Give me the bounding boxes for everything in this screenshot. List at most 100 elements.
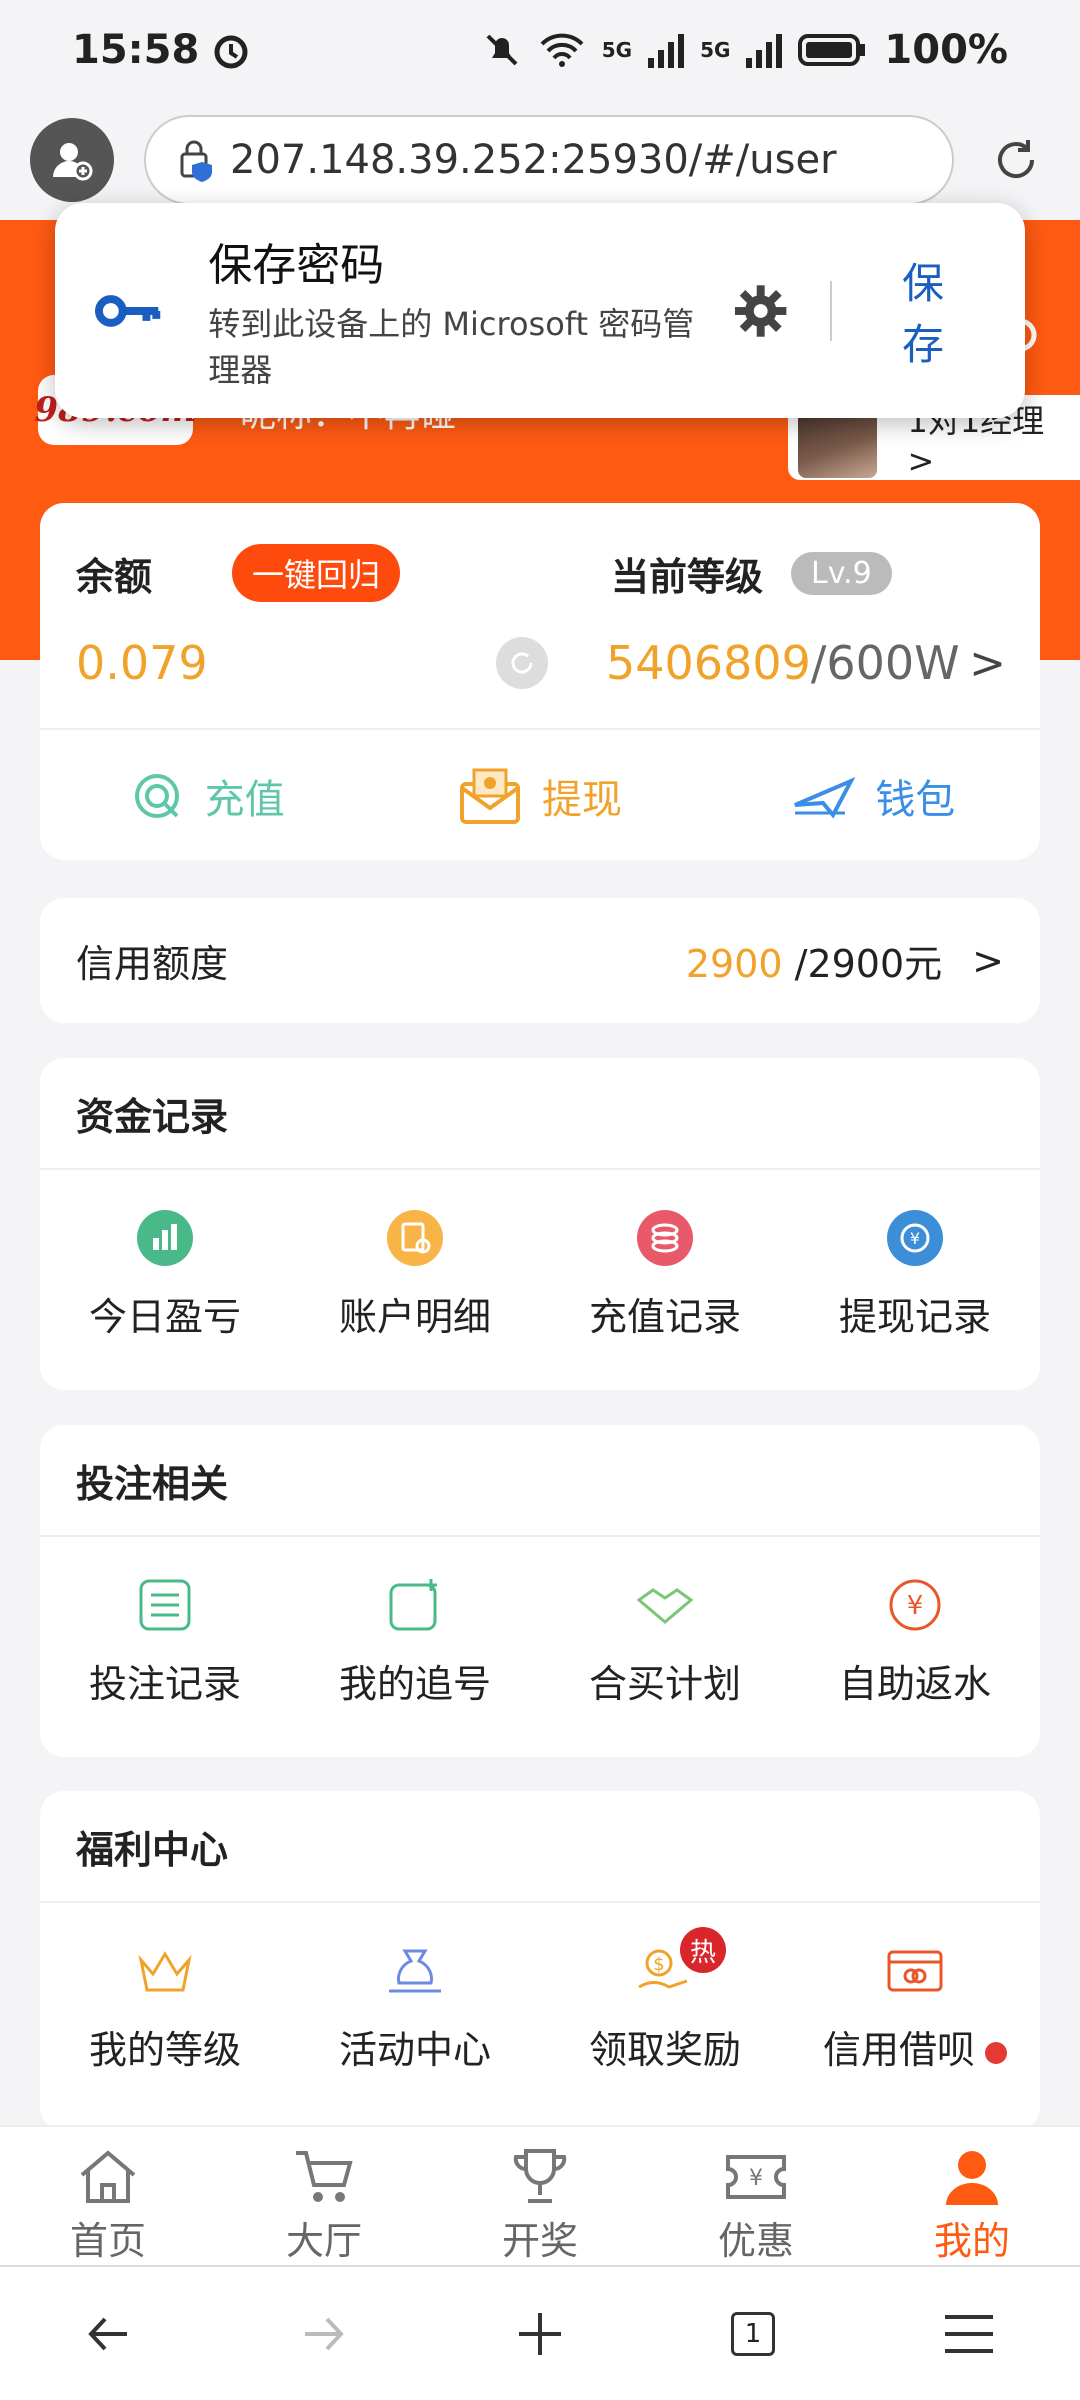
url-field[interactable]: 207.148.39.252:25930/#/user (144, 115, 954, 205)
balance-value: 0.079 (76, 636, 208, 690)
withdraw-button[interactable]: 提现 (373, 743, 706, 848)
exp-total: /600W (810, 636, 960, 690)
add-user-icon (53, 143, 93, 181)
level-arrow[interactable]: > (969, 638, 1006, 689)
document-search-icon (387, 1210, 443, 1266)
tab-promo[interactable]: ¥ 优惠 (648, 2127, 864, 2265)
recharge-record-label: 充值记录 (588, 1295, 741, 1339)
bet-record-item[interactable]: 投注记录 (40, 1537, 290, 1708)
popup-title: 保存密码 (208, 239, 385, 291)
credit-current: 2900 (685, 942, 783, 986)
activity-center-label: 活动中心 (338, 2028, 491, 2072)
network-5g-2: 5G (700, 38, 731, 62)
tab-count: 1 (744, 2318, 762, 2349)
svg-text:$: $ (653, 1954, 664, 1975)
shield-lock-icon (180, 140, 212, 182)
tab-lottery[interactable]: 开奖 (432, 2127, 648, 2265)
recharge-icon (134, 773, 179, 818)
tab-lobby[interactable]: 大厅 (216, 2127, 432, 2265)
tab-home-label: 首页 (69, 2219, 146, 2263)
self-rebate-item[interactable]: ¥ 自助返水 (790, 1537, 1040, 1708)
welfare-title: 福利中心 (40, 1791, 1040, 1903)
activity-center-item[interactable]: 活动中心 (290, 1903, 540, 2074)
cart-icon (296, 2150, 353, 2202)
menu-icon[interactable] (941, 2309, 997, 2359)
handshake-icon (636, 1588, 694, 1624)
yen-cycle-icon: ¥ (887, 1210, 943, 1266)
bar-chart-icon (137, 1210, 193, 1266)
browser-bottom-bar: 1 (0, 2265, 1080, 2400)
withdraw-envelope-icon (459, 768, 520, 824)
status-bar: 15:58 5G 5G 100% (0, 0, 1080, 100)
app-tab-bar: 首页 大厅 开奖 ¥ 优惠 我的 (0, 2125, 1080, 2265)
my-level-item[interactable]: 我的等级 (40, 1903, 290, 2074)
tab-home[interactable]: 首页 (0, 2127, 216, 2265)
withdraw-label: 提现 (541, 776, 622, 823)
hot-badge: 热 (680, 1927, 726, 1973)
popup-subtitle: 转到此设备上的 Microsoft 密码管理器 (208, 304, 695, 389)
account-detail-item[interactable]: 账户明细 (290, 1170, 540, 1341)
gear-icon[interactable] (733, 283, 788, 339)
welfare-section: 福利中心 我的等级 活动中心 $ 热 领取奖励 信用借呗 (40, 1791, 1040, 2131)
money-bag-icon (389, 1949, 441, 1993)
betting-section: 投注相关 投注记录 我的追号 合买计划 ¥ 自助返水 (40, 1425, 1040, 1757)
credit-total: /2900元 (782, 942, 943, 986)
group-buy-label: 合买计划 (588, 1662, 741, 1706)
claim-reward-label: 领取奖励 (588, 2028, 741, 2072)
funds-section: 资金记录 今日盈亏 账户明细 充值记录 ¥ 提现记录 (40, 1058, 1040, 1390)
refresh-balance-button[interactable] (496, 637, 548, 689)
forward-arrow-icon[interactable] (299, 2309, 349, 2359)
signal-icon-2 (746, 34, 783, 68)
popup-divider (829, 280, 832, 341)
withdraw-record-label: 提现记录 (838, 1295, 991, 1339)
my-chase-item[interactable]: 我的追号 (290, 1537, 540, 1708)
tab-mine[interactable]: 我的 (864, 2127, 1080, 2265)
new-tab-plus-icon[interactable] (515, 2309, 565, 2359)
notification-dot (985, 2041, 1007, 2064)
svg-text:¥: ¥ (910, 1229, 920, 1248)
tab-switcher-button[interactable]: 1 (731, 2311, 775, 2356)
list-icon (139, 1579, 191, 1631)
add-note-icon (389, 1579, 437, 1631)
self-rebate-label: 自助返水 (838, 1662, 991, 1706)
save-password-popup: 保存密码 转到此设备上的 Microsoft 密码管理器 保存 (55, 203, 1025, 418)
url-text: 207.148.39.252:25930/#/user (230, 137, 837, 183)
alarm-icon (214, 35, 248, 69)
trophy-icon (513, 2148, 567, 2203)
reload-icon[interactable] (990, 134, 1042, 186)
save-password-button[interactable]: 保存 (902, 250, 985, 372)
withdraw-record-item[interactable]: ¥ 提现记录 (790, 1170, 1040, 1341)
recharge-label: 充值 (204, 776, 285, 823)
credit-limit-row[interactable]: 信用额度 2900 /2900元 > (40, 898, 1040, 1023)
battery-percent: 100% (884, 27, 1008, 73)
wallet-label: 钱包 (875, 776, 956, 823)
recharge-button[interactable]: 充值 (40, 743, 373, 848)
recharge-record-item[interactable]: 充值记录 (540, 1170, 790, 1341)
claim-reward-item[interactable]: $ 热 领取奖励 (540, 1903, 790, 2074)
balance-label: 余额 (76, 554, 153, 599)
status-time: 15:58 (72, 27, 200, 73)
profile-button[interactable] (30, 118, 114, 202)
my-chase-label: 我的追号 (338, 1662, 491, 1706)
group-buy-item[interactable]: 合买计划 (540, 1537, 790, 1708)
credit-value: 2900 /2900元 (686, 933, 942, 988)
coins-icon (637, 1210, 693, 1266)
one-click-return-button[interactable]: 一键回归 (232, 544, 401, 602)
signal-icon (648, 34, 685, 68)
level-label: 当前等级 (611, 554, 764, 599)
network-5g-1: 5G (601, 38, 633, 62)
svg-text:¥: ¥ (749, 2166, 763, 2191)
tab-lottery-label: 开奖 (501, 2219, 578, 2263)
back-arrow-icon[interactable] (83, 2309, 133, 2359)
wallet-button[interactable]: 钱包 (707, 743, 1040, 848)
person-icon (946, 2150, 998, 2205)
level-badge: Lv.9 (791, 551, 892, 595)
credit-loan-item[interactable]: 信用借呗 (790, 1903, 1040, 2074)
level-progress[interactable]: 5406809/600W (606, 636, 960, 690)
balance-divider (40, 728, 1040, 730)
today-pnl-item[interactable]: 今日盈亏 (40, 1170, 290, 1341)
coupon-icon: ¥ (726, 2154, 786, 2199)
credit-label: 信用额度 (76, 942, 229, 986)
yen-refresh-icon: ¥ (889, 1579, 941, 1631)
betting-title: 投注相关 (40, 1425, 1040, 1537)
